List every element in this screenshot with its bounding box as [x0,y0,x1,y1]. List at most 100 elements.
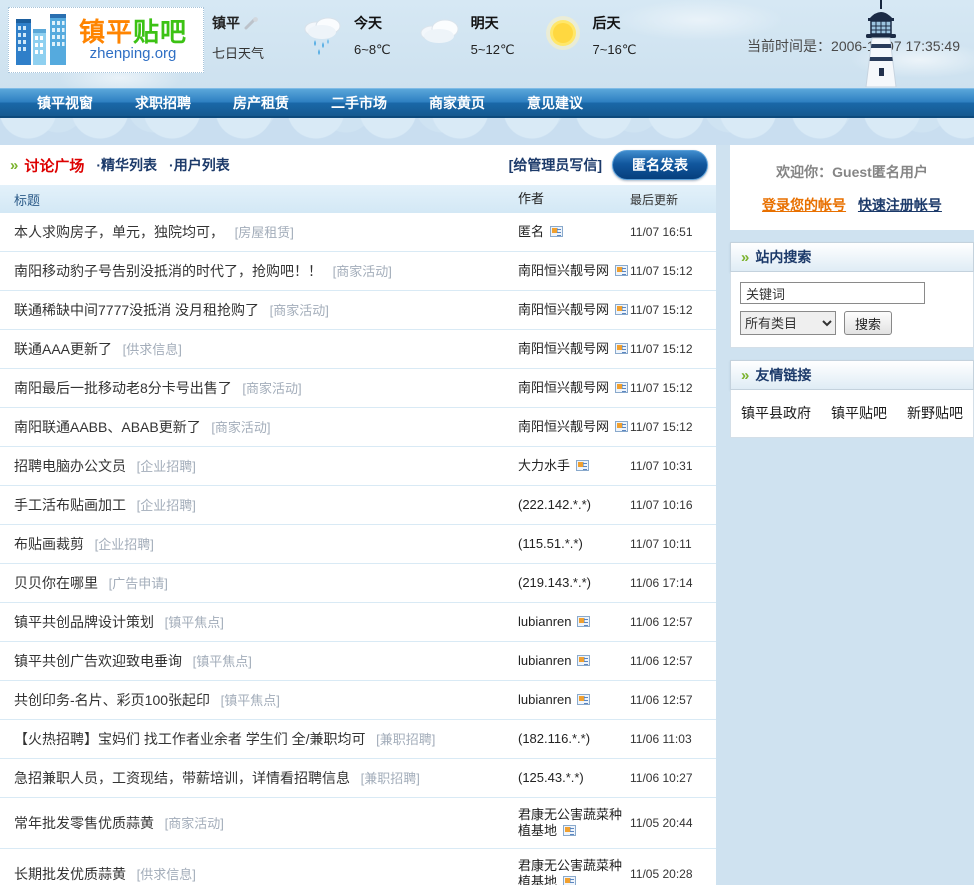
site-logo[interactable]: 镇平贴吧 zhenping.org [8,7,204,73]
profile-card-icon[interactable] [614,265,628,276]
post-author: (219.143.*.*) [518,575,591,590]
post-row: 共创印务-名片、彩页100张起印 [镇平焦点] lubianren 11/06 … [0,681,716,720]
post-title-link[interactable]: 南阳移动豹子号告别没抵消的时代了，抢购吧！！ [14,263,322,279]
profile-card-icon[interactable] [562,825,576,836]
sidebar: 欢迎你：Guest匿名用户 登录您的帐号 快速注册帐号 » 站内搜索 所有类目 … [730,145,974,438]
weather-bar: 镇平 七日天气 今天 6~8℃ 明天 5~12℃ 后天 7~16℃ [212,13,662,63]
post-author: (115.51.*.*) [518,536,583,551]
post-time: 11/06 12:57 [630,693,693,707]
post-author: 匿名 [518,224,545,239]
nav-item-secondhand[interactable]: 二手市场 [310,93,408,113]
buildings-logo-icon [16,14,66,65]
nav-item-feedback[interactable]: 意见建议 [506,93,604,113]
post-title-link[interactable]: 【火热招聘】宝妈们 找工作者业余者 学生们 全/兼职均可 [14,731,366,747]
profile-card-icon[interactable] [549,226,563,237]
register-link[interactable]: 快速注册帐号 [858,197,942,213]
post-title-link[interactable]: 共创印务-名片、彩页100张起印 [14,692,210,708]
post-title-link[interactable]: 急招兼职人员，工资现结，带薪培训，详情看招聘信息 [14,770,350,786]
login-link[interactable]: 登录您的帐号 [762,197,846,213]
post-author: (125.43.*.*) [518,770,584,785]
post-time: 11/07 10:16 [630,498,693,512]
search-button[interactable]: 搜索 [844,311,893,335]
post-category-tag: [商家活动] [266,303,329,318]
post-author: 南阳恒兴靓号网 [518,419,610,434]
double-arrow-icon: » [10,156,18,174]
weather-tomorrow: 明天 5~12℃ [417,13,515,58]
post-title-link[interactable]: 联通AAA更新了 [14,341,112,357]
post-author: (222.142.*.*) [518,497,591,512]
profile-card-icon[interactable] [562,876,576,885]
post-author: 南阳恒兴靓号网 [518,302,610,317]
post-category-tag: [企业招聘] [91,537,154,552]
profile-card-icon[interactable] [614,304,628,315]
post-author: 大力水手 [518,458,571,473]
friend-link-xinye-tieba[interactable]: 新野贴吧 [907,403,963,423]
post-title-link[interactable]: 常年批发零售优质蒜黄 [14,815,154,831]
post-author: lubianren [518,692,572,707]
friend-links-title: 友情链接 [755,367,812,383]
post-row: 镇平共创广告欢迎致电垂询 [镇平焦点] lubianren 11/06 12:5… [0,642,716,681]
post-title-link[interactable]: 镇平共创广告欢迎致电垂询 [14,653,182,669]
post-row: 常年批发零售优质蒜黄 [商家活动] 君康无公害蔬菜种植基地 11/05 20:4… [0,798,716,849]
post-category-tag: [镇平焦点] [189,654,252,669]
post-category-tag: [供求信息] [119,342,182,357]
weather-day-label: 后天 [592,15,621,31]
weather-day-label: 今天 [354,15,382,31]
nav-item-housing[interactable]: 房产租赁 [212,93,310,113]
welcome-message: 欢迎你：Guest匿名用户 [776,164,928,180]
nav-item-yellow-pages[interactable]: 商家黄页 [408,93,506,113]
post-title-link[interactable]: 南阳最后一批移动老8分卡号出售了 [14,380,232,396]
post-title-link[interactable]: 招聘电脑办公文员 [14,458,126,474]
nav-item-jobs[interactable]: 求职招聘 [114,93,212,113]
post-time: 11/05 20:44 [630,816,693,830]
sun-icon [545,16,580,50]
post-category-tag: [商家活动] [238,381,302,396]
post-title-link[interactable]: 布贴画裁剪 [14,536,84,552]
post-title-link[interactable]: 镇平共创品牌设计策划 [14,614,154,630]
profile-card-icon[interactable] [575,460,589,471]
friend-link-county-gov[interactable]: 镇平县政府 [741,403,811,423]
post-category-tag: [广告申请] [105,576,168,591]
friend-link-zhenping-tieba[interactable]: 镇平贴吧 [831,403,887,423]
profile-card-icon[interactable] [614,343,628,354]
essence-list-link[interactable]: ·精华列表 [96,155,157,175]
post-author: 南阳恒兴靓号网 [518,380,610,395]
post-category-tag: [商家活动] [329,264,392,279]
profile-card-icon[interactable] [614,421,628,432]
profile-card-icon[interactable] [577,655,591,666]
write-to-admin-link[interactable]: [给管理员写信] [509,155,602,175]
profile-card-icon[interactable] [614,382,628,393]
profile-card-icon[interactable] [577,616,591,627]
post-time: 11/06 17:14 [630,576,693,590]
post-title-link[interactable]: 长期批发优质蒜黄 [14,866,126,882]
user-list-link[interactable]: ·用户列表 [169,155,230,175]
post-category-tag: [镇平焦点] [217,693,280,708]
post-row: 联通AAA更新了 [供求信息] 南阳恒兴靓号网 11/07 15:12 [0,330,716,369]
post-title-link[interactable]: 联通稀缺中间7777没抵消 没月租抢购了 [14,302,259,318]
post-row: 布贴画裁剪 [企业招聘] (115.51.*.*) 11/07 10:11 [0,525,716,564]
post-category-tag: [供求信息] [133,867,196,882]
post-category-tag: [兼职招聘] [372,732,436,747]
post-title-link[interactable]: 南阳联通AABB、ABAB更新了 [14,419,201,435]
cloud-icon [420,19,459,43]
seven-day-weather-link[interactable]: 七日天气 [212,43,264,62]
post-row: 本人求购房子，单元，独院均可， [房屋租赁] 匿名 11/07 16:51 [0,213,716,252]
column-updated: 最后更新 [630,192,679,207]
post-title-link[interactable]: 手工活布贴画加工 [14,497,126,513]
keyword-input[interactable] [740,282,925,304]
profile-card-icon[interactable] [577,694,591,705]
post-time: 11/06 12:57 [630,615,693,629]
post-title-link[interactable]: 本人求购房子，单元，独院均可， [14,224,224,240]
post-title-link[interactable]: 贝贝你在哪里 [14,575,98,591]
wrench-icon [244,16,258,29]
site-domain: zhenping.org [89,45,177,62]
category-select[interactable]: 所有类目 [740,311,836,335]
weather-temp-label: 7~16℃ [592,42,637,57]
post-row: 镇平共创品牌设计策划 [镇平焦点] lubianren 11/06 12:57 [0,603,716,642]
site-search-box: » 站内搜索 所有类目 搜索 [730,242,974,348]
weather-temp-label: 6~8℃ [354,42,391,57]
nav-item-zhenping-window[interactable]: 镇平视窗 [16,93,114,113]
post-time: 11/07 10:11 [630,537,692,551]
anonymous-post-button[interactable]: 匿名发表 [612,150,708,180]
post-time: 11/07 15:12 [630,381,693,395]
